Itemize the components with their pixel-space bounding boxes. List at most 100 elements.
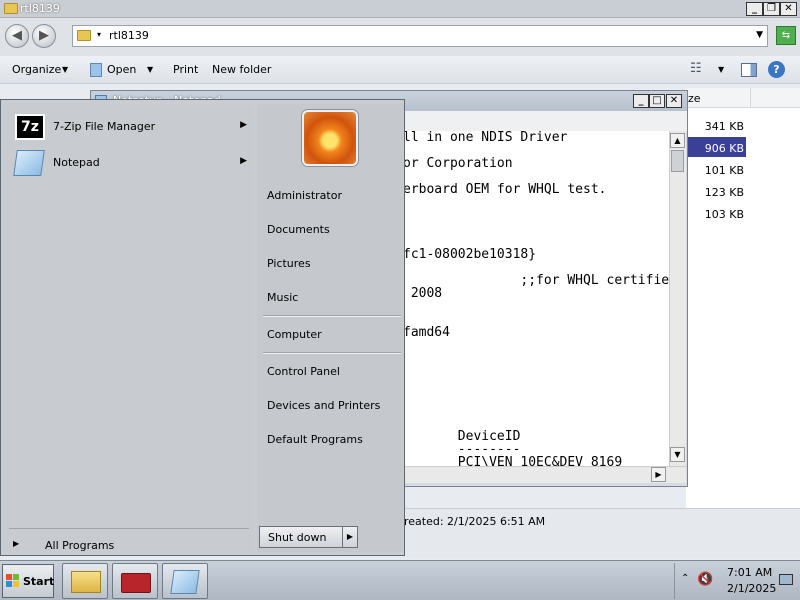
system-tray: ⌃ 🔇 7:01 AM 2/1/2025 — [674, 563, 798, 599]
notepad-line — [403, 300, 669, 313]
new-folder-button[interactable]: New folder — [212, 63, 271, 76]
link-default-programs[interactable]: Default Programs — [267, 433, 363, 446]
open-dropdown-icon[interactable]: ▼ — [147, 65, 153, 74]
view-dropdown-icon[interactable]: ▼ — [718, 65, 724, 74]
notepad-line — [403, 404, 669, 417]
notepad-line: famd64 — [403, 325, 450, 340]
taskbar-button-explorer[interactable] — [62, 563, 108, 599]
volume-muted-icon[interactable]: 🔇 — [697, 572, 713, 587]
scroll-right-button[interactable]: ▶ — [651, 467, 666, 482]
notepad-icon — [13, 150, 45, 176]
start-button[interactable]: Start — [2, 564, 54, 598]
windows-explorer-icon — [71, 571, 101, 593]
start-label: Start — [23, 575, 55, 588]
view-options-icon[interactable]: ☷ — [690, 61, 702, 76]
vertical-scrollbar[interactable]: ▲ ▼ — [669, 131, 686, 466]
scroll-up-button[interactable]: ▲ — [670, 133, 685, 148]
notepad-line: ll in one NDIS Driver — [403, 131, 568, 145]
open-icon — [90, 63, 102, 77]
notepad-line — [403, 378, 669, 391]
scroll-down-button[interactable]: ▼ — [670, 447, 685, 462]
notepad-line: erboard OEM for WHQL test. — [403, 182, 607, 197]
divider — [263, 352, 401, 354]
link-control-panel[interactable]: Control Panel — [267, 365, 340, 378]
clock-time[interactable]: 7:01 AM — [727, 566, 772, 579]
open-button[interactable]: Open — [107, 63, 136, 76]
places-pane: Administrator Documents Pictures Music C… — [257, 104, 403, 552]
breadcrumb-arrow-icon[interactable]: ▾ — [97, 30, 101, 39]
file-size[interactable]: 101 KB — [705, 164, 744, 177]
folder-icon — [4, 3, 18, 14]
notepad-line — [403, 196, 669, 209]
close-button[interactable]: ✕ — [780, 2, 797, 16]
file-size[interactable]: 906 KB — [705, 142, 744, 155]
user-picture[interactable] — [302, 110, 358, 166]
address-bar[interactable]: ▾ rtl8139 ▼ — [72, 25, 768, 47]
back-button[interactable]: ◀ — [5, 24, 29, 48]
submenu-arrow-icon[interactable]: ▶ — [240, 120, 247, 130]
all-programs-arrow-icon: ▶ — [13, 539, 20, 548]
link-computer[interactable]: Computer — [267, 328, 322, 341]
program-notepad[interactable]: Notepad ▶ — [11, 146, 251, 180]
organize-dropdown-icon[interactable]: ▼ — [62, 65, 68, 74]
refresh-button[interactable]: ⇆ — [776, 26, 796, 45]
notepad-line: or Corporation — [403, 156, 513, 171]
help-icon[interactable]: ? — [768, 61, 785, 78]
show-hidden-icons-icon[interactable]: ⌃ — [681, 573, 689, 584]
notepad-line — [403, 339, 669, 352]
shutdown-button[interactable]: Shut down — [259, 526, 343, 548]
divider — [263, 315, 401, 317]
minimize-button[interactable]: _ — [746, 2, 763, 16]
notepad-line: fc1-08002be10318} — [403, 247, 537, 262]
link-music[interactable]: Music — [267, 291, 298, 304]
notepad-line — [403, 391, 669, 404]
organize-button[interactable]: Organize — [12, 63, 61, 76]
link-devices-printers[interactable]: Devices and Printers — [267, 399, 380, 412]
print-button[interactable]: Print — [173, 63, 198, 76]
programs-pane: 7z 7-Zip File Manager ▶ Notepad ▶ ▶ All … — [5, 104, 254, 552]
toolbox-icon — [121, 573, 151, 593]
date-created-text: reated: 2/1/2025 6:51 AM — [404, 515, 546, 528]
column-divider[interactable] — [750, 88, 751, 108]
taskbar-button-toolbox[interactable] — [112, 563, 158, 599]
horizontal-scrollbar[interactable]: ▶ — [403, 466, 686, 483]
preview-pane-icon[interactable] — [741, 63, 757, 77]
clock-date[interactable]: 2/1/2025 — [727, 582, 776, 595]
forward-button[interactable]: ▶ — [32, 24, 56, 48]
explorer-titlebar[interactable]: rtl8139 _ ❐ ✕ — [0, 0, 800, 18]
file-size[interactable]: 341 KB — [705, 120, 744, 133]
network-icon[interactable] — [779, 574, 793, 585]
link-pictures[interactable]: Pictures — [267, 257, 311, 270]
notepad-line — [403, 209, 669, 222]
maximize-button[interactable]: □ — [649, 94, 665, 108]
link-administrator[interactable]: Administrator — [267, 189, 342, 202]
notepad-line — [403, 365, 669, 378]
taskbar-button-notepad[interactable] — [162, 563, 208, 599]
shutdown-options-button[interactable]: ▶ — [343, 526, 358, 548]
close-button[interactable]: ✕ — [666, 94, 682, 108]
command-bar: Organize ▼ Open ▼ Print New folder ☷ ▼ ? — [0, 56, 800, 84]
size-column-header[interactable]: ze — [686, 88, 800, 108]
program-label: 7-Zip File Manager — [53, 120, 156, 133]
all-programs-link[interactable]: All Programs — [45, 539, 114, 552]
link-documents[interactable]: Documents — [267, 223, 330, 236]
notepad-line: 2008 — [403, 286, 443, 301]
minimize-button[interactable]: _ — [633, 94, 649, 108]
folder-icon — [77, 30, 91, 41]
file-size[interactable]: 123 KB — [705, 186, 744, 199]
restore-button[interactable]: ❐ — [763, 2, 780, 16]
program-7zip[interactable]: 7z 7-Zip File Manager ▶ — [11, 110, 251, 144]
notepad-line: PCI\VEN_10EC&DEV_8169 — [403, 455, 623, 466]
scroll-thumb[interactable] — [671, 150, 684, 172]
start-menu: 7z 7-Zip File Manager ▶ Notepad ▶ ▶ All … — [0, 99, 405, 556]
notepad-line: ;;for WHQL certified — [403, 273, 669, 288]
file-size[interactable]: 103 KB — [705, 208, 744, 221]
notepad-line — [403, 222, 669, 235]
notepad-text-area[interactable]: ll in one NDIS Driver or Corporation erboa… — [403, 131, 669, 466]
address-dropdown-icon[interactable]: ▼ — [756, 30, 763, 40]
submenu-arrow-icon[interactable]: ▶ — [240, 156, 247, 166]
7zip-icon: 7z — [15, 114, 45, 140]
taskbar: Start ⌃ 🔇 7:01 AM 2/1/2025 — [0, 560, 800, 600]
window-title: rtl8139 — [20, 2, 60, 15]
windows-logo-icon — [6, 574, 20, 588]
